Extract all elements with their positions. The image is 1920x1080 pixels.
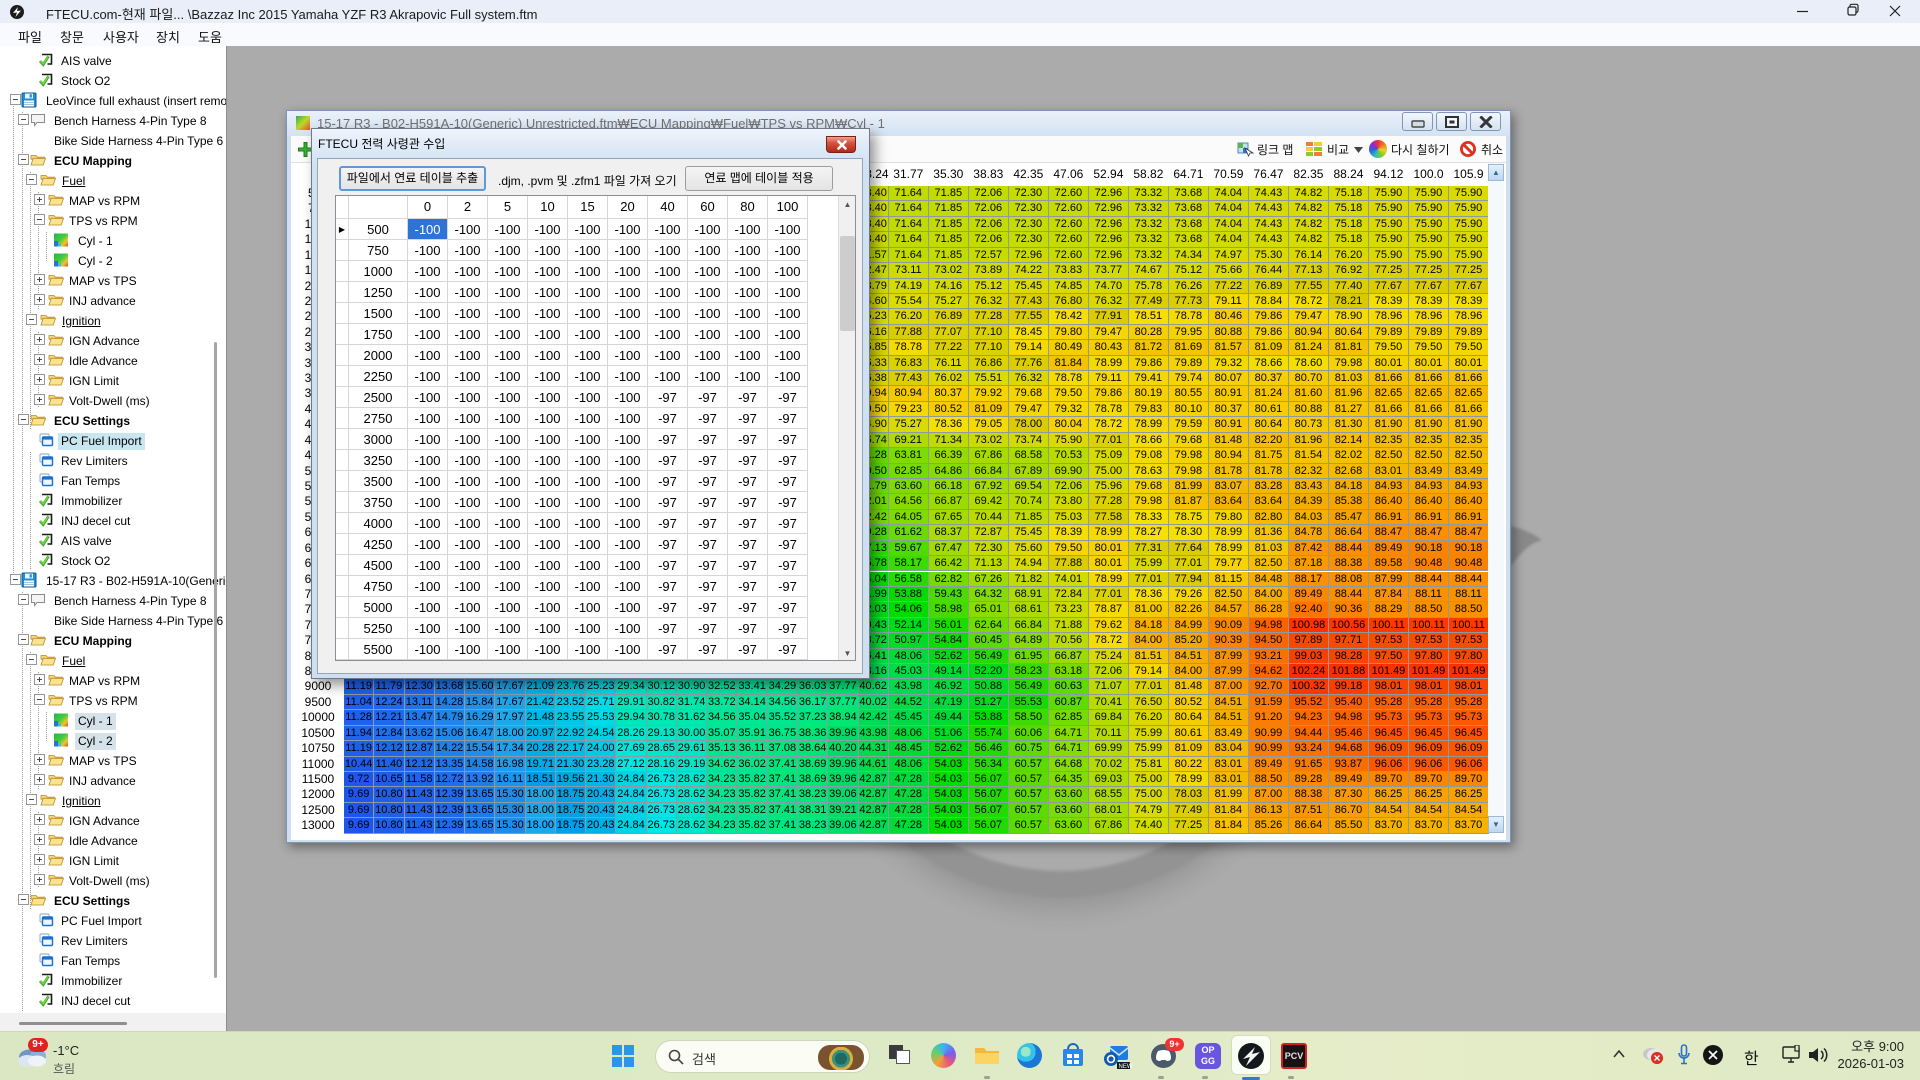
svg-text:NEW: NEW (1119, 1064, 1133, 1070)
